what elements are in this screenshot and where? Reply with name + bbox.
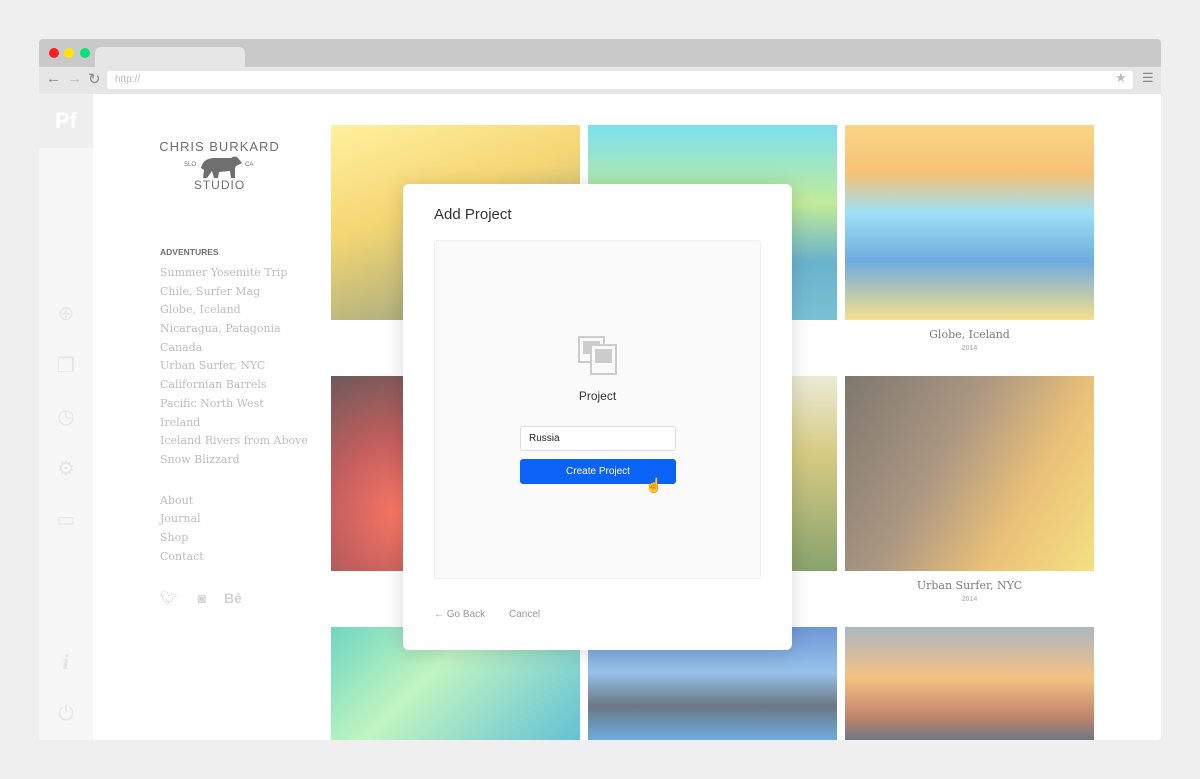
modal-title: Add Project — [434, 206, 512, 223]
bookmark-star-icon[interactable]: ★ — [1115, 70, 1127, 86]
project-icon — [578, 336, 617, 375]
project-type-label: Project — [578, 389, 617, 403]
minimize-window-button[interactable] — [64, 48, 74, 58]
browser-tab[interactable] — [95, 47, 245, 67]
go-back-button[interactable]: ← Go Back — [434, 609, 485, 620]
reload-icon[interactable]: ↻ — [88, 70, 101, 88]
tab-bar — [39, 39, 1161, 67]
url-input[interactable]: http:// — [107, 71, 1133, 89]
browser-window: ← → ↻ http:// ★ ☰ Pf ⊕ ❐ ◷ ⚙ ▭ i ⏻ CHRIS… — [39, 39, 1161, 740]
go-back-label: Go Back — [446, 609, 486, 620]
arrow-left-icon: ← — [434, 609, 447, 620]
cancel-button[interactable]: Cancel — [509, 609, 540, 620]
project-type-card: Project Russia Create Project ☝ — [434, 240, 761, 579]
hand-cursor-icon: ☝ — [645, 477, 663, 493]
address-bar: ← → ↻ http:// ★ ☰ — [39, 67, 1161, 94]
menu-icon[interactable]: ☰ — [1142, 70, 1154, 86]
close-window-button[interactable] — [49, 48, 59, 58]
forward-arrow-icon[interactable]: → — [67, 70, 82, 87]
add-project-modal: Add Project Project Russia Create Projec… — [403, 184, 792, 650]
project-name-input[interactable]: Russia — [520, 426, 676, 451]
back-arrow-icon[interactable]: ← — [46, 70, 61, 87]
maximize-window-button[interactable] — [80, 48, 90, 58]
